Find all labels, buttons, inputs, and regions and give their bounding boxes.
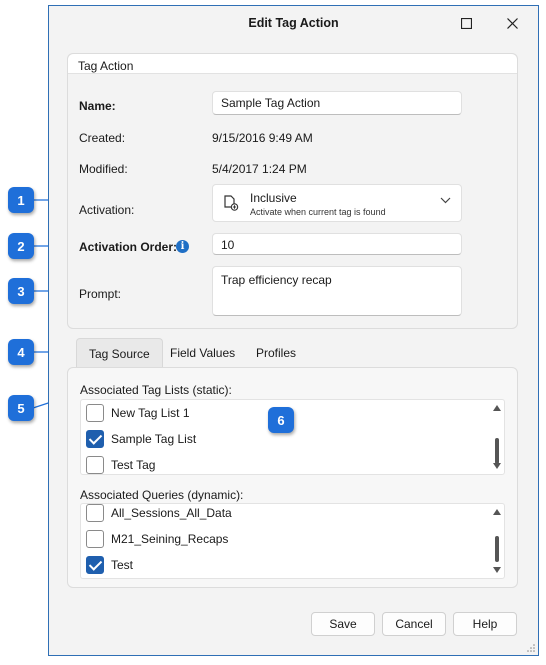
scroll-down-icon[interactable]: [493, 463, 501, 469]
callout-6: 6: [268, 407, 294, 433]
static-list-scrollbar[interactable]: [492, 400, 502, 474]
created-label: Created:: [79, 131, 126, 145]
chevron-down-icon: [440, 197, 451, 204]
list-item-label: M21_Seining_Recaps: [111, 532, 229, 546]
callout-2: 2: [8, 233, 34, 259]
info-icon[interactable]: i: [176, 240, 189, 253]
modified-label: Modified:: [79, 162, 128, 176]
callout-1: 1: [8, 187, 34, 213]
callout-3: 3: [8, 278, 34, 304]
tag-action-group: Tag Action Name: Sample Tag Action Creat…: [67, 53, 518, 329]
tag-source-panel: Associated Tag Lists (static): New Tag L…: [67, 367, 518, 588]
static-lists-label: Associated Tag Lists (static):: [80, 383, 232, 397]
title-bar: Edit Tag Action: [49, 6, 538, 40]
help-button[interactable]: Help: [453, 612, 517, 636]
document-plus-icon: [224, 195, 239, 211]
list-item-label: Sample Tag List: [111, 432, 197, 446]
list-item[interactable]: All_Sessions_All_Data: [81, 504, 481, 526]
scroll-up-icon[interactable]: [493, 509, 501, 515]
tab-field-values[interactable]: Field Values: [158, 338, 247, 368]
checkbox[interactable]: [86, 456, 104, 474]
edit-tag-action-dialog: Edit Tag Action Tag Action Name: Sample …: [48, 5, 539, 656]
dynamic-query-list: All_Sessions_All_Data M21_Seining_Recaps…: [80, 503, 505, 579]
list-item[interactable]: Test Tag: [81, 452, 481, 474]
list-item-label: Test Tag: [111, 458, 156, 472]
dynamic-list-scrollbar[interactable]: [492, 504, 502, 578]
list-item[interactable]: Test: [81, 552, 481, 578]
prompt-label: Prompt:: [79, 287, 122, 301]
maximize-icon: [460, 17, 472, 29]
close-icon: [506, 17, 518, 29]
save-button[interactable]: Save: [311, 612, 375, 636]
tab-profiles[interactable]: Profiles: [244, 338, 308, 368]
cancel-button[interactable]: Cancel: [382, 612, 446, 636]
checkbox[interactable]: [86, 530, 104, 548]
activation-label: Activation:: [79, 203, 135, 217]
scroll-down-icon[interactable]: [493, 567, 501, 573]
activation-selected-value: Inclusive: [250, 191, 297, 205]
scroll-up-icon[interactable]: [493, 405, 501, 411]
name-label: Name:: [79, 99, 116, 113]
maximize-button[interactable]: [449, 10, 483, 36]
created-value: 9/15/2016 9:49 AM: [212, 131, 313, 145]
close-button[interactable]: [495, 10, 529, 36]
checkbox[interactable]: [86, 404, 104, 422]
resize-grip-icon[interactable]: [527, 644, 535, 652]
activation-dropdown[interactable]: Inclusive Activate when current tag is f…: [212, 184, 462, 222]
callout-4: 4: [8, 339, 34, 365]
list-item-label: Test: [111, 558, 134, 572]
scroll-thumb[interactable]: [495, 438, 499, 464]
activation-order-label: Activation Order:: [79, 240, 178, 254]
group-header: Tag Action: [68, 54, 517, 74]
list-item-label: All_Sessions_All_Data: [111, 506, 232, 520]
scroll-thumb[interactable]: [495, 536, 499, 562]
modified-value: 5/4/2017 1:24 PM: [212, 162, 307, 176]
prompt-textarea[interactable]: Trap efficiency recap: [212, 266, 462, 316]
list-item-label: New Tag List 1: [111, 406, 190, 420]
dynamic-queries-label: Associated Queries (dynamic):: [80, 488, 244, 502]
checkbox-checked[interactable]: [86, 430, 104, 448]
list-item[interactable]: M21_Seining_Recaps: [81, 526, 481, 552]
activation-order-input[interactable]: 10: [212, 233, 462, 255]
name-input[interactable]: Sample Tag Action: [212, 91, 462, 115]
checkbox-checked[interactable]: [86, 556, 104, 574]
tab-tag-source[interactable]: Tag Source: [76, 338, 163, 368]
activation-description: Activate when current tag is found: [250, 207, 386, 217]
callout-5: 5: [8, 395, 34, 421]
checkbox[interactable]: [86, 504, 104, 522]
